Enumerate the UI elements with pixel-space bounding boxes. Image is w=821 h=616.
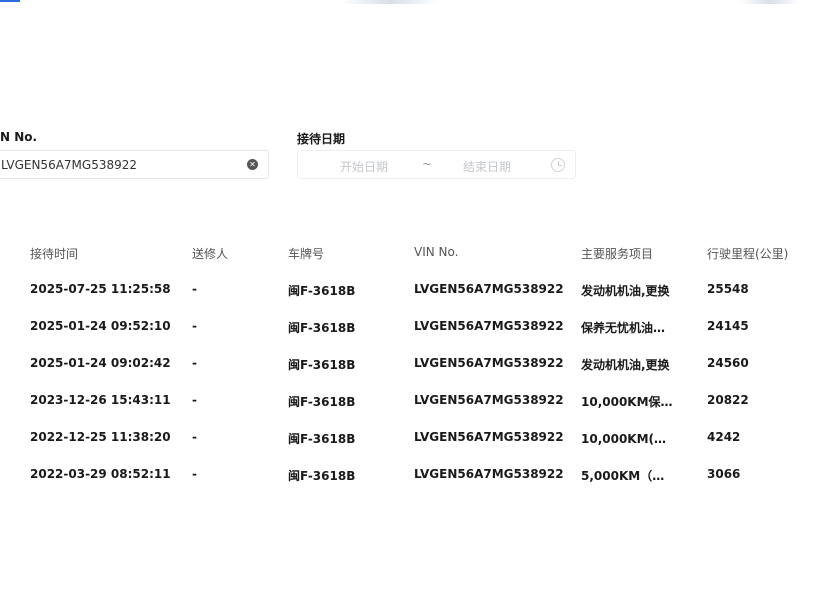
page: N No. ✕ 接待日期 开始日期 ~ 结束日期 接待时间 送修人 车牌号 VI… xyxy=(0,0,821,616)
cell-service: 发动机机油,更换 xyxy=(581,284,670,298)
vin-input-container[interactable]: ✕ xyxy=(0,150,269,179)
cell-sender: - xyxy=(192,430,197,444)
date-range-separator: ~ xyxy=(422,157,433,171)
cell-vin: LVGEN56A7MG538922 xyxy=(414,356,564,370)
header-service[interactable]: 主要服务项目 xyxy=(581,245,676,262)
cell-sender: - xyxy=(192,319,197,333)
cell-vin: LVGEN56A7MG538922 xyxy=(414,393,564,407)
cell-time: 2022-12-25 11:38:20 xyxy=(30,430,171,444)
table-row[interactable]: 2025-07-25 11:25:58 - 闽F-3618B LVGEN56A7… xyxy=(0,273,821,310)
cell-service: 10,000KM保… xyxy=(581,395,673,409)
active-tab-indicator xyxy=(0,0,20,2)
cell-plate: 闽F-3618B xyxy=(288,469,356,483)
cell-plate: 闽F-3618B xyxy=(288,395,356,409)
cell-vin: LVGEN56A7MG538922 xyxy=(414,467,564,481)
cell-plate: 闽F-3618B xyxy=(288,321,356,335)
header-vin[interactable]: VIN No. xyxy=(414,245,574,259)
cell-sender: - xyxy=(192,282,197,296)
cell-sender: - xyxy=(192,356,197,370)
top-tab-blur xyxy=(340,0,440,4)
cell-plate: 闽F-3618B xyxy=(288,284,356,298)
table-row[interactable]: 2023-12-26 15:43:11 - 闽F-3618B LVGEN56A7… xyxy=(0,384,821,421)
cell-mileage: 25548 xyxy=(707,282,749,296)
cell-mileage: 3066 xyxy=(707,467,741,481)
cell-mileage: 20822 xyxy=(707,393,749,407)
cell-vin: LVGEN56A7MG538922 xyxy=(414,282,564,296)
date-range-picker[interactable]: 开始日期 ~ 结束日期 xyxy=(297,150,576,179)
table-row[interactable]: 2022-12-25 11:38:20 - 闽F-3618B LVGEN56A7… xyxy=(0,421,821,458)
header-plate[interactable]: 车牌号 xyxy=(288,245,398,262)
cell-service: 10,000KM(机… xyxy=(581,432,676,446)
header-mileage[interactable]: 行驶里程(公里) xyxy=(707,245,817,262)
top-tab-blur-right xyxy=(740,0,800,4)
table-row[interactable]: 2022-03-29 08:52:11 - 闽F-3618B LVGEN56A7… xyxy=(0,458,821,495)
cell-mileage: 24560 xyxy=(707,356,749,370)
table-header: 接待时间 送修人 车牌号 VIN No. 主要服务项目 行驶里程(公里) xyxy=(0,236,821,273)
cell-time: 2022-03-29 08:52:11 xyxy=(30,467,171,481)
service-records-table: 接待时间 送修人 车牌号 VIN No. 主要服务项目 行驶里程(公里) 202… xyxy=(0,236,821,495)
date-end-input[interactable]: 结束日期 xyxy=(463,158,511,175)
cell-service: 保养无忧机油… xyxy=(581,321,666,335)
header-sender[interactable]: 送修人 xyxy=(192,245,272,262)
table-row[interactable]: 2025-01-24 09:02:42 - 闽F-3618B LVGEN56A7… xyxy=(0,347,821,384)
cell-plate: 闽F-3618B xyxy=(288,432,356,446)
cell-mileage: 4242 xyxy=(707,430,741,444)
reception-date-label: 接待日期 xyxy=(297,132,346,146)
cell-service: 发动机机油,更换 xyxy=(581,358,670,372)
clock-icon[interactable] xyxy=(551,158,565,172)
cell-time: 2023-12-26 15:43:11 xyxy=(30,393,171,407)
cell-time: 2025-01-24 09:02:42 xyxy=(30,356,171,370)
clear-circle-icon[interactable]: ✕ xyxy=(247,159,258,170)
table-row[interactable]: 2025-01-24 09:52:10 - 闽F-3618B LVGEN56A7… xyxy=(0,310,821,347)
date-start-input[interactable]: 开始日期 xyxy=(340,158,388,175)
cell-service: 5,000KM（检… xyxy=(581,469,676,483)
header-reception-time[interactable]: 接待时间 xyxy=(30,245,180,262)
cell-time: 2025-01-24 09:52:10 xyxy=(30,319,171,333)
cell-sender: - xyxy=(192,467,197,481)
cell-time: 2025-07-25 11:25:58 xyxy=(30,282,171,296)
vin-input[interactable] xyxy=(0,151,235,178)
cell-sender: - xyxy=(192,393,197,407)
cell-mileage: 24145 xyxy=(707,319,749,333)
vin-label: N No. xyxy=(0,130,38,144)
cell-plate: 闽F-3618B xyxy=(288,358,356,372)
cell-vin: LVGEN56A7MG538922 xyxy=(414,430,564,444)
cell-vin: LVGEN56A7MG538922 xyxy=(414,319,564,333)
